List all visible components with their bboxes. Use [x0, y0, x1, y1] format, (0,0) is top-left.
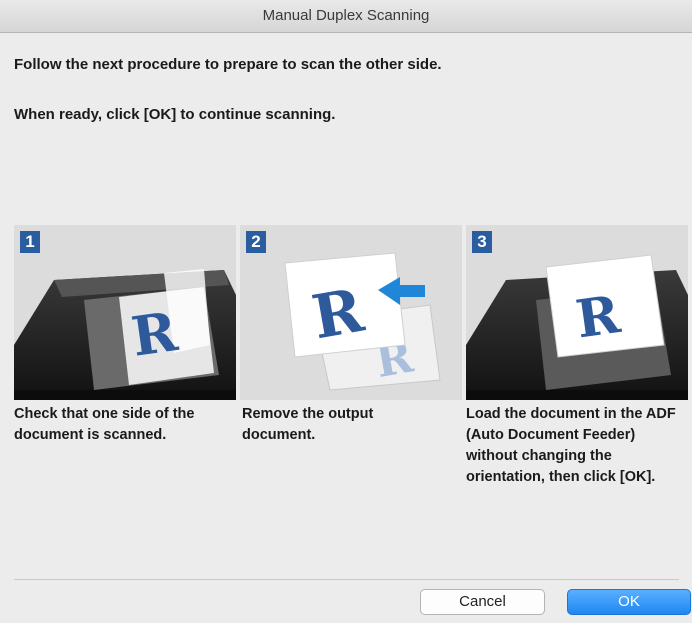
step-1-text: Check that one side of the document is s…: [14, 406, 195, 443]
step-2-illustration: 2 R R: [240, 225, 462, 400]
step-1-number: 1: [20, 231, 40, 253]
window-title: Manual Duplex Scanning: [0, 0, 692, 33]
scanner-with-scanned-document-icon: R: [14, 225, 236, 400]
step-3-illustration: 3 R: [466, 225, 688, 400]
step-2-number: 2: [246, 231, 266, 253]
step-1-illustration: 1 R: [14, 225, 236, 400]
step-3-text: Load the document in the ADF (Auto Docum…: [466, 406, 676, 485]
scanner-load-document-icon: R: [466, 225, 688, 400]
cancel-button[interactable]: Cancel: [420, 589, 545, 615]
ok-button[interactable]: OK: [567, 589, 691, 615]
footer-divider: [14, 579, 679, 580]
step-3-number: 3: [472, 231, 492, 253]
remove-output-document-icon: R R: [240, 225, 462, 400]
instruction-line-2: When ready, click [OK] to continue scann…: [14, 106, 336, 123]
step-2-text: Remove the output document.: [242, 406, 374, 443]
instruction-line-1: Follow the next procedure to prepare to …: [14, 56, 442, 73]
